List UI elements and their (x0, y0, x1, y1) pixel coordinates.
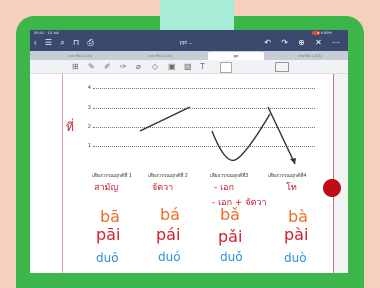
tone-header-3: เสียงวรรณยุกต์ที่3 (210, 173, 249, 179)
lasso-icon[interactable]: ◇ (152, 62, 158, 71)
tone-header-4: เสียงวรรณยุกต์ที่4 (268, 173, 307, 179)
highlighter-icon[interactable]: ✑ (120, 62, 127, 71)
document-title[interactable]: ppt ⌄ (180, 40, 193, 46)
pen-icon[interactable]: ✎ (88, 62, 95, 71)
pinyin-duo-3: duǒ (220, 250, 243, 264)
thai-label: ที่ (66, 120, 74, 134)
note-col2: จัตวา (152, 183, 174, 193)
pencil-icon[interactable]: ✐ (104, 62, 111, 71)
nav-left-icons[interactable]: ‹ ☰ ⌕ ⊓ ⎙ (34, 38, 97, 48)
pinyin-pai-1: pāi (96, 225, 121, 244)
tape-decoration (160, 0, 234, 31)
pinyin-pai-3: pǎi (218, 227, 243, 246)
text-icon[interactable]: T (200, 62, 205, 71)
toolbar-icon-1[interactable]: ⊞ (72, 62, 79, 71)
pinyin-duo-2: duó (158, 250, 181, 264)
nav-right-icons[interactable]: ↶ ↷ ⊕ ✕ ⋯ (264, 38, 344, 47)
pinyin-duo-4: duò (284, 251, 307, 265)
tone-header-2: เสียงวรรณยุกต์ที่ 2 (148, 173, 188, 179)
pinyin-ba-3: bǎ (220, 205, 240, 224)
active-pen-icon[interactable] (220, 62, 232, 73)
tab-1[interactable]: ภาษาจีน 1 (1/1) (50, 52, 110, 60)
pinyin-pai-2: pái (156, 225, 181, 244)
pinyin-pai-4: pài (284, 225, 309, 244)
pinyin-ba-1: bā (100, 207, 120, 226)
pinyin-duo-1: duō (96, 251, 119, 265)
document-tabs: ภาษาจีน 1 (1/1) ภาษาจีน 1 (1/1) ppt ภาษา… (30, 51, 348, 60)
note-col3a: - เอก (214, 183, 235, 193)
annotation-toolbar: ⊞ ✎ ✐ ✑ ⌀ ◇ ▣ ▧ T (30, 60, 348, 74)
tablet-screen: 09:41 · 15 Juli ● 9 89% ‹ ☰ ⌕ ⊓ ⎙ ppt ⌄ … (30, 30, 348, 273)
tab-ppt[interactable]: ppt (208, 52, 264, 60)
tab-2[interactable]: ภาษาจีน 1 (1/1) (130, 52, 190, 60)
color-swatch[interactable] (275, 62, 289, 72)
note-col4: โท (286, 183, 297, 193)
note-col1: สามัญ (94, 183, 119, 193)
eraser-icon[interactable]: ⌀ (136, 62, 141, 71)
shape-icon[interactable]: ▧ (184, 62, 192, 71)
pinyin-ba-4: bà (288, 207, 308, 226)
pinyin-ba-2: bá (160, 205, 180, 224)
tab-4[interactable]: ภาษาจีน 1 (1/1) (280, 52, 340, 60)
image-icon[interactable]: ▣ (168, 62, 176, 71)
notebook-page[interactable]: 4 3 2 1 ที่ เสียงวรรณยุกต์ที่ 1 เสียงวรร… (30, 74, 348, 273)
tone-header-1: เสียงวรรณยุกต์ที่ 1 (92, 173, 132, 179)
nav-bar: ‹ ☰ ⌕ ⊓ ⎙ ppt ⌄ ↶ ↷ ⊕ ✕ ⋯ (30, 36, 348, 51)
